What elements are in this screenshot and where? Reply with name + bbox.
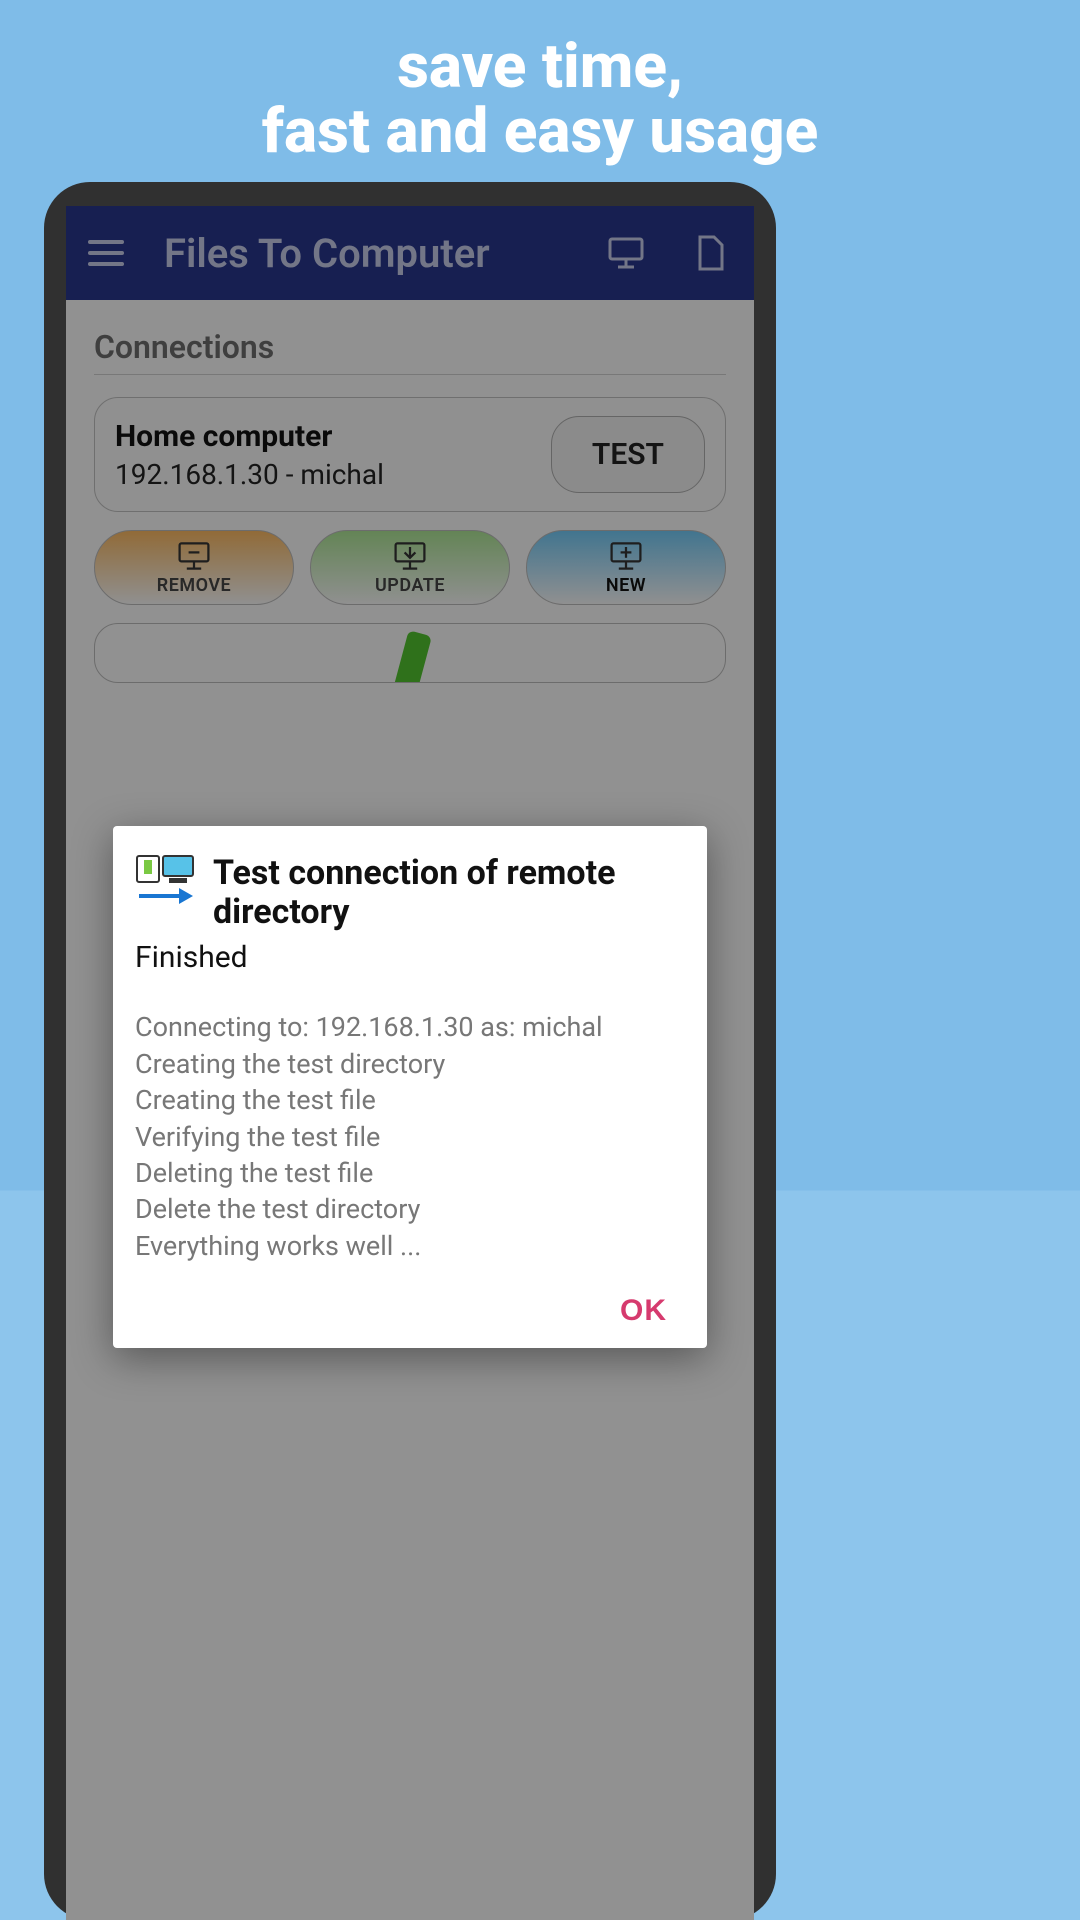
- test-connection-dialog: Test connection of remote directory Fini…: [113, 826, 707, 1348]
- dialog-title: Test connection of remote directory: [213, 854, 685, 932]
- promo-line2: fast and easy usage: [262, 95, 819, 168]
- app-screen: Files To Computer Connections Home compu…: [66, 206, 754, 1920]
- promo-heading: save time, fast and easy usage: [0, 0, 1080, 164]
- dialog-status: Finished: [135, 940, 685, 975]
- dialog-header: Test connection of remote directory: [135, 854, 685, 932]
- dialog-body: Connecting to: 192.168.1.30 as: michal C…: [135, 1009, 685, 1264]
- ok-button[interactable]: OK: [620, 1294, 667, 1328]
- dialog-actions: OK: [135, 1294, 685, 1332]
- promo-line1: save time,: [397, 30, 683, 103]
- app-logo-icon: [135, 854, 195, 908]
- device-frame: Files To Computer Connections Home compu…: [44, 182, 776, 1920]
